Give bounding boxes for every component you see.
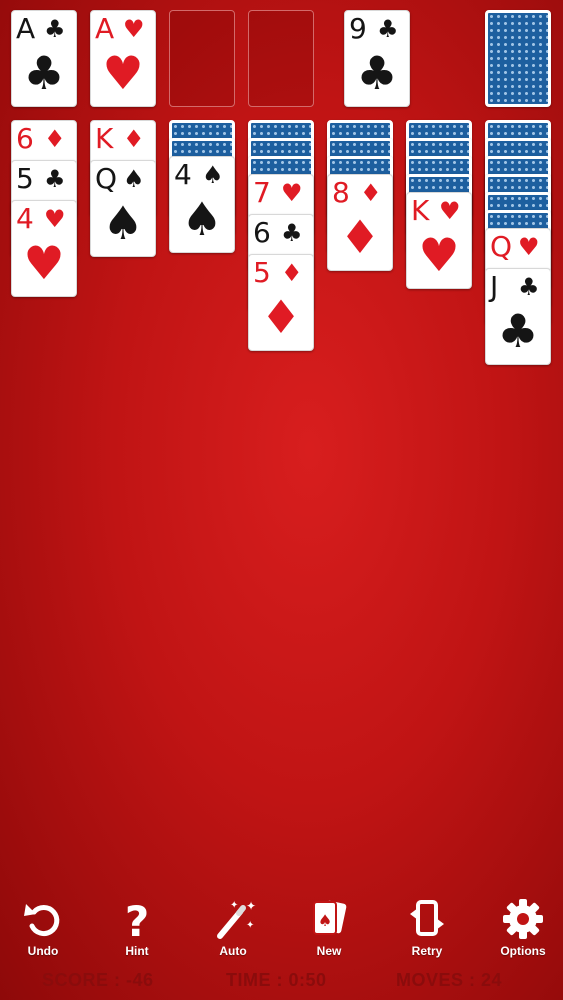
hint-button[interactable]: ? Hint bbox=[102, 896, 172, 958]
card-suit-icon: ♦ bbox=[123, 125, 145, 153]
card-suit-icon: ♣ bbox=[44, 15, 66, 43]
hint-label: Hint bbox=[125, 944, 149, 958]
card-rank: 4 bbox=[16, 202, 34, 235]
tableau-6-card[interactable]: K ♥ ♥ bbox=[406, 192, 472, 289]
retry-icon bbox=[410, 900, 444, 936]
card-suit-icon: ♠ bbox=[123, 165, 145, 193]
card-suit-icon: ♦ bbox=[360, 179, 382, 207]
undo-label: Undo bbox=[27, 944, 59, 958]
card-rank: Q bbox=[490, 230, 513, 263]
options-label: Options bbox=[500, 944, 546, 958]
undo-icon bbox=[24, 904, 60, 937]
card-rank: 8 bbox=[332, 176, 350, 209]
card-suit-icon: ♦ bbox=[44, 125, 66, 153]
tableau-5-card[interactable]: 8 ♦ ♦ bbox=[327, 174, 393, 271]
foundation-pile-1[interactable]: A ♣ ♣ bbox=[11, 10, 77, 107]
options-button[interactable]: Options bbox=[488, 896, 558, 958]
card-rank: K bbox=[411, 194, 430, 227]
card-rank: 6 bbox=[16, 122, 34, 155]
card-center-suit-icon: ♦ bbox=[260, 290, 302, 344]
time-value: 0:50 bbox=[288, 970, 327, 990]
auto-button[interactable]: ✦ ✦ ✦ Auto bbox=[198, 896, 268, 958]
card-suit-icon: ♥ bbox=[281, 179, 303, 207]
card-center-suit-icon: ♥ bbox=[23, 236, 65, 290]
card-rank: K bbox=[95, 122, 114, 155]
card-center-suit-icon: ♠ bbox=[102, 196, 144, 250]
new-game-button[interactable]: ♠ New bbox=[294, 896, 364, 958]
time-display: TIME : 0:50 bbox=[226, 970, 327, 990]
tableau-3-card[interactable]: 4 ♠ ♠ bbox=[169, 156, 235, 253]
card-rank: A bbox=[95, 12, 115, 45]
card-suit-icon: ♥ bbox=[44, 205, 66, 233]
card-suit-icon: ♥ bbox=[518, 233, 540, 261]
card-center-suit-icon: ♣ bbox=[23, 46, 65, 100]
card-suit-icon: ♥ bbox=[439, 197, 461, 225]
card-suit-icon: ♣ bbox=[377, 15, 399, 43]
question-mark-icon: ? bbox=[125, 897, 149, 942]
cards-icon: ♠ bbox=[313, 900, 347, 935]
card-rank: 7 bbox=[253, 176, 271, 209]
foundation-pile-2[interactable]: A ♥ ♥ bbox=[90, 10, 156, 107]
card-suit-icon: ♥ bbox=[123, 15, 145, 43]
card-center-suit-icon: ♣ bbox=[497, 304, 539, 358]
gear-icon bbox=[503, 899, 543, 939]
card-suit-icon: ♣ bbox=[281, 219, 303, 247]
card-rank: A bbox=[16, 12, 36, 45]
waste-pile[interactable]: 9 ♣ ♣ bbox=[344, 10, 410, 107]
card-center-suit-icon: ♦ bbox=[339, 210, 381, 264]
new-label: New bbox=[316, 944, 342, 958]
svg-text:✦: ✦ bbox=[246, 920, 254, 931]
card-rank: J bbox=[490, 270, 499, 303]
moves-value: 24 bbox=[481, 970, 503, 990]
card-rank: 5 bbox=[16, 162, 34, 195]
moves-display: MOVES : 24 bbox=[396, 970, 503, 990]
card-rank: 6 bbox=[253, 216, 271, 249]
card-rank: Q bbox=[95, 162, 118, 195]
score-label: SCORE bbox=[42, 970, 109, 990]
tableau-7-card[interactable]: J ♣ ♣ bbox=[485, 268, 551, 365]
card-suit-icon: ♠ bbox=[202, 161, 224, 189]
card-suit-icon: ♣ bbox=[44, 165, 66, 193]
retry-button[interactable]: Retry bbox=[392, 896, 462, 958]
tableau-4-card[interactable]: 5 ♦ ♦ bbox=[248, 254, 314, 351]
retry-label: Retry bbox=[411, 944, 443, 958]
svg-text:✦: ✦ bbox=[230, 900, 238, 911]
moves-label: MOVES bbox=[396, 970, 464, 990]
tableau-1-card[interactable]: 4 ♥ ♥ bbox=[11, 200, 77, 297]
foundation-empty-slot-3[interactable] bbox=[169, 10, 235, 107]
card-rank: 4 bbox=[174, 158, 192, 191]
card-center-suit-icon: ♣ bbox=[356, 46, 398, 100]
magic-wand-icon: ✦ ✦ ✦ bbox=[217, 899, 256, 939]
card-center-suit-icon: ♠ bbox=[181, 192, 223, 246]
card-rank: 9 bbox=[349, 12, 367, 45]
auto-label: Auto bbox=[219, 944, 247, 958]
svg-text:✦: ✦ bbox=[246, 899, 256, 913]
card-center-suit-icon: ♥ bbox=[102, 46, 144, 100]
tableau-2-card[interactable]: Q ♠ ♠ bbox=[90, 160, 156, 257]
card-suit-icon: ♦ bbox=[281, 259, 303, 287]
svg-text:?: ? bbox=[125, 897, 149, 942]
undo-button[interactable]: Undo bbox=[8, 896, 78, 958]
card-center-suit-icon: ♥ bbox=[418, 228, 460, 282]
card-suit-icon: ♣ bbox=[518, 273, 540, 301]
svg-text:♠: ♠ bbox=[318, 911, 332, 930]
score-value: -46 bbox=[126, 970, 154, 990]
foundation-empty-slot-4[interactable] bbox=[248, 10, 314, 107]
time-label: TIME bbox=[226, 970, 271, 990]
card-rank: 5 bbox=[253, 256, 271, 289]
stock-pile[interactable] bbox=[485, 10, 551, 107]
score-display: SCORE : -46 bbox=[42, 970, 154, 990]
